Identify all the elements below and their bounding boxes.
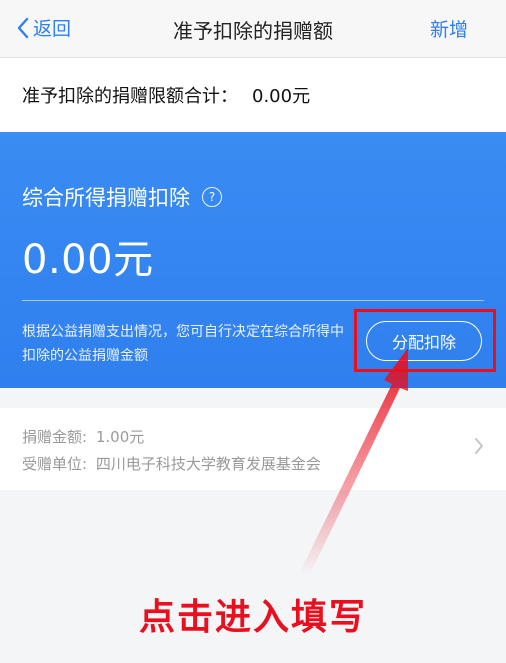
chevron-right-icon (475, 438, 483, 454)
donation-amount-label: 捐赠金额: (22, 428, 88, 446)
deduction-summary-card: 综合所得捐赠扣除 ? 0.00元 根据公益捐赠支出情况，您可自行决定在综合所得中… (0, 132, 506, 388)
recipient-label: 受赠单位: (22, 455, 88, 473)
donation-amount-value: 1.00元 (95, 428, 145, 446)
card-description: 根据公益捐赠支出情况，您可自行决定在综合所得中扣除的公益捐赠金额 (22, 324, 344, 364)
card-divider (22, 300, 484, 301)
limit-value: 0.00元 (252, 86, 311, 107)
card-title: 综合所得捐赠扣除 ? (22, 182, 222, 212)
donation-amount-line: 捐赠金额: 1.00元 (22, 426, 144, 447)
deduction-limit-row: 准予扣除的捐赠限额合计： 0.00元 (0, 58, 506, 132)
recipient-line: 受赠单位: 四川电子科技大学教育发展基金会 (22, 453, 321, 474)
limit-label: 准予扣除的捐赠限额合计： (22, 86, 238, 107)
nav-bar: 返回 准予扣除的捐赠额 新增 (0, 0, 506, 58)
deduction-amount: 0.00元 (22, 237, 154, 283)
help-icon[interactable]: ? (202, 187, 222, 207)
card-title-text: 综合所得捐赠扣除 (22, 186, 190, 210)
highlight-box (354, 309, 496, 372)
add-button[interactable]: 新增 (430, 15, 468, 42)
recipient-value: 四川电子科技大学教育发展基金会 (95, 455, 321, 473)
callout-text: 点击进入填写 (138, 597, 367, 638)
donation-record-item[interactable]: 捐赠金额: 1.00元 受赠单位: 四川电子科技大学教育发展基金会 (0, 408, 506, 490)
